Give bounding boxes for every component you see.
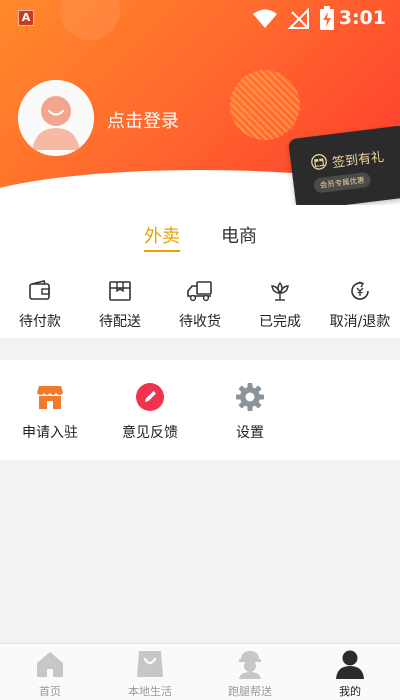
header-decoration [230, 70, 300, 140]
wallet-icon [29, 280, 50, 300]
tool-label: 意见反馈 [122, 425, 178, 441]
wifi-icon [253, 9, 277, 28]
gift-icon [311, 154, 327, 170]
order-cancel-refund[interactable]: 取消/退款 [320, 280, 400, 331]
nav-mine[interactable]: 我的 [300, 648, 400, 699]
app-notification-icon: A [18, 10, 34, 26]
pencil-icon [136, 383, 164, 411]
status-time: 3:01 [338, 7, 386, 29]
courier-icon [239, 651, 261, 679]
order-pending-receipt[interactable]: 待收货 [160, 280, 240, 331]
order-label: 取消/退款 [329, 314, 391, 330]
tab-takeaway[interactable]: 外卖 [144, 222, 180, 252]
feedback-button[interactable]: 意见反馈 [100, 382, 200, 442]
gear-icon [236, 383, 264, 411]
signin-subtitle: 会员专属优惠 [313, 171, 372, 194]
home-icon [37, 652, 63, 677]
tab-ecommerce[interactable]: 电商 [221, 222, 257, 248]
signin-reward-card[interactable]: 签到有礼 会员专属优惠 [288, 125, 400, 211]
no-signal-icon [288, 8, 309, 29]
nav-label: 本地生活 [128, 685, 172, 698]
truck-icon [187, 281, 212, 302]
settings-button[interactable]: 设置 [200, 382, 300, 442]
apply-merchant-button[interactable]: 申请入驻 [0, 382, 100, 442]
order-completed[interactable]: 已完成 [240, 280, 320, 331]
nav-local-life[interactable]: 本地生活 [100, 648, 200, 699]
tool-label: 申请入驻 [22, 425, 78, 441]
order-label: 待配送 [99, 314, 141, 330]
order-pending-payment[interactable]: 待付款 [0, 280, 80, 331]
order-label: 待付款 [19, 314, 61, 330]
signin-title: 签到有礼 [331, 149, 385, 172]
order-label: 已完成 [259, 314, 301, 330]
status-bar: A 3:01 [0, 0, 400, 36]
tool-label: 设置 [236, 425, 264, 441]
store-icon [37, 386, 63, 409]
nav-label: 首页 [39, 685, 61, 698]
order-label: 待收货 [179, 314, 221, 330]
avatar[interactable] [18, 80, 94, 156]
flower-icon [271, 281, 289, 301]
nav-home[interactable]: 首页 [0, 648, 100, 699]
order-pending-delivery[interactable]: 待配送 [80, 280, 160, 331]
nav-label: 我的 [339, 685, 361, 698]
battery-charging-icon [320, 6, 334, 30]
shopping-bag-icon [137, 651, 163, 677]
default-avatar-icon [18, 80, 94, 156]
login-link[interactable]: 点击登录 [107, 107, 179, 133]
package-icon [109, 281, 131, 301]
user-icon [336, 650, 364, 679]
refund-icon [351, 281, 369, 300]
nav-errand[interactable]: 跑腿帮送 [200, 648, 300, 699]
nav-label: 跑腿帮送 [228, 685, 272, 698]
